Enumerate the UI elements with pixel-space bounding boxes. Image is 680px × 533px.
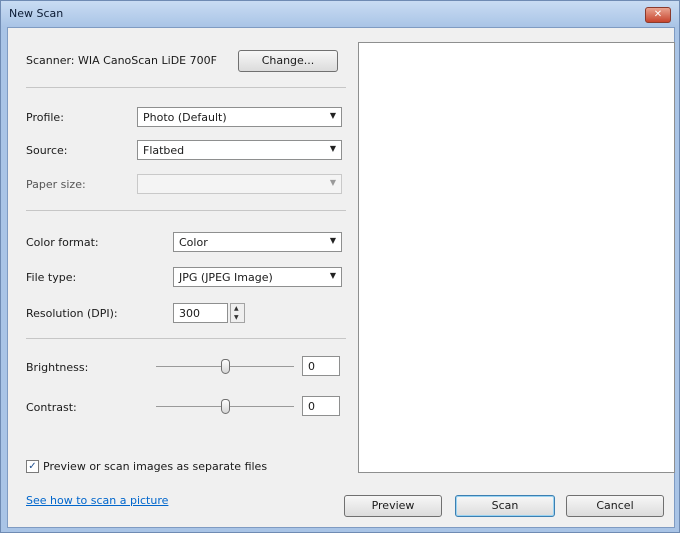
change-scanner-button[interactable]: Change... xyxy=(238,50,338,72)
how-to-scan-link[interactable]: See how to scan a picture xyxy=(26,494,168,507)
source-label: Source: xyxy=(26,144,68,157)
title-bar: New Scan ✕ xyxy=(1,1,679,27)
source-value: Flatbed xyxy=(143,144,185,157)
color-format-dropdown[interactable]: Color ▼ xyxy=(173,232,342,252)
brightness-slider-thumb[interactable] xyxy=(220,359,230,374)
contrast-slider-thumb[interactable] xyxy=(220,399,230,414)
dialog-body: Scanner: WIA CanoScan LiDE 700F Change..… xyxy=(7,27,675,528)
brightness-value: 0 xyxy=(308,360,315,373)
preview-button[interactable]: Preview xyxy=(344,495,442,517)
resolution-spinner[interactable]: ▲ ▼ xyxy=(230,303,245,323)
color-format-value: Color xyxy=(179,236,208,249)
separate-files-label[interactable]: Preview or scan images as separate files xyxy=(43,460,267,473)
source-dropdown[interactable]: Flatbed ▼ xyxy=(137,140,342,160)
contrast-value: 0 xyxy=(308,400,315,413)
paper-size-label: Paper size: xyxy=(26,178,86,191)
file-type-label: File type: xyxy=(26,271,77,284)
resolution-input[interactable]: 300 xyxy=(173,303,228,323)
contrast-input[interactable]: 0 xyxy=(302,396,340,416)
chevron-down-icon: ▼ xyxy=(329,178,336,187)
separator xyxy=(26,338,346,339)
separator xyxy=(26,210,346,211)
scanner-label: Scanner: WIA CanoScan LiDE 700F xyxy=(26,54,217,67)
profile-dropdown[interactable]: Photo (Default) ▼ xyxy=(137,107,342,127)
chevron-down-icon: ▼ xyxy=(329,111,336,120)
cancel-button[interactable]: Cancel xyxy=(566,495,664,517)
color-format-label: Color format: xyxy=(26,236,99,249)
resolution-value: 300 xyxy=(179,307,200,320)
file-type-dropdown[interactable]: JPG (JPEG Image) ▼ xyxy=(173,267,342,287)
preview-area xyxy=(358,42,675,473)
separator xyxy=(26,87,346,88)
close-button[interactable]: ✕ xyxy=(645,7,671,23)
chevron-down-icon: ▼ xyxy=(329,271,336,280)
profile-label: Profile: xyxy=(26,111,64,124)
spin-down-icon[interactable]: ▼ xyxy=(234,314,239,321)
paper-size-dropdown: ▼ xyxy=(137,174,342,194)
profile-value: Photo (Default) xyxy=(143,111,227,124)
chevron-down-icon: ▼ xyxy=(329,236,336,245)
window-title: New Scan xyxy=(9,7,64,20)
new-scan-window: New Scan ✕ Scanner: WIA CanoScan LiDE 70… xyxy=(0,0,680,533)
file-type-value: JPG (JPEG Image) xyxy=(179,271,273,284)
brightness-input[interactable]: 0 xyxy=(302,356,340,376)
chevron-down-icon: ▼ xyxy=(329,144,336,153)
spin-up-icon[interactable]: ▲ xyxy=(234,305,239,312)
scan-button[interactable]: Scan xyxy=(455,495,555,517)
resolution-label: Resolution (DPI): xyxy=(26,307,118,320)
contrast-label: Contrast: xyxy=(26,401,77,414)
brightness-label: Brightness: xyxy=(26,361,89,374)
separate-files-checkbox[interactable]: ✓ xyxy=(26,460,39,473)
checkmark-icon: ✓ xyxy=(28,461,37,472)
